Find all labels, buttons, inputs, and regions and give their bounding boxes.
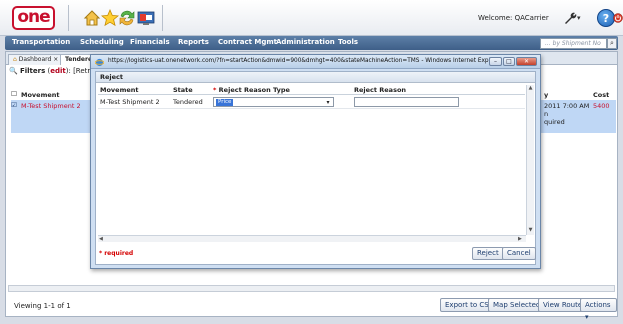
window-url: https://logistics-uat.onenetwork.com/?fn… bbox=[108, 58, 502, 64]
nav-transportation[interactable]: Transportation bbox=[12, 38, 70, 46]
reject-grid-header: Movement State * Reject Reason Type Reje… bbox=[98, 86, 525, 95]
main-nav: Transportation Scheduling Financials Rep… bbox=[5, 36, 618, 50]
screen-share-icon[interactable] bbox=[137, 9, 155, 27]
tab-dashboard[interactable]: ⌂ Dashboard × bbox=[8, 54, 64, 65]
cancel-button[interactable]: Cancel bbox=[502, 247, 536, 260]
close-icon[interactable]: × bbox=[53, 56, 58, 63]
scroll-up-icon[interactable]: ▲ bbox=[527, 85, 534, 91]
favorites-star-icon[interactable] bbox=[101, 9, 119, 27]
col-cost[interactable]: Cost bbox=[593, 91, 609, 99]
required-note: * required bbox=[99, 250, 134, 257]
nav-administration[interactable]: Administration bbox=[276, 38, 335, 46]
row-checkbox[interactable]: ☑ bbox=[11, 101, 17, 109]
cell-line3: quired bbox=[544, 118, 565, 126]
power-icon[interactable] bbox=[613, 8, 623, 28]
top-header: one Welcome: QACarrier ▾ ? bbox=[0, 0, 623, 36]
map-selected-button[interactable]: Map Selected bbox=[488, 298, 546, 312]
col-movement[interactable]: Movement bbox=[21, 91, 60, 99]
magnifier-icon: 🔍 bbox=[9, 67, 18, 75]
nav-scheduling[interactable]: Scheduling bbox=[80, 38, 124, 46]
col-date[interactable]: y bbox=[544, 91, 548, 99]
window-titlebar[interactable]: https://logistics-uat.onenetwork.com/?fn… bbox=[91, 55, 540, 69]
vertical-scrollbar[interactable]: ▲ ▼ bbox=[526, 85, 534, 235]
reject-reason-type-select[interactable]: Price ▾ bbox=[213, 97, 334, 107]
cell-date: 2011 7:00 AM bbox=[544, 102, 590, 110]
scroll-right-icon[interactable]: ▶ bbox=[518, 236, 522, 242]
cell-cost: 5400 bbox=[593, 102, 610, 110]
header-divider bbox=[162, 5, 163, 31]
actions-button[interactable]: Actions ▾ bbox=[580, 298, 617, 321]
reject-form: Reject Movement State * Reject Reason Ty… bbox=[95, 71, 536, 265]
chevron-down-icon: ▾ bbox=[577, 14, 581, 22]
scroll-down-icon[interactable]: ▼ bbox=[527, 227, 534, 233]
nav-financials[interactable]: Financials bbox=[130, 38, 170, 46]
viewing-count: Viewing 1-1 of 1 bbox=[14, 302, 71, 310]
header-divider bbox=[68, 5, 69, 31]
col-label: Reject Reason Type bbox=[218, 86, 290, 94]
tab-label: Dashboard bbox=[18, 56, 52, 63]
filters-label: Filters bbox=[19, 67, 46, 75]
cell-state: Tendered bbox=[173, 98, 203, 106]
col-reject-reason-type: * Reject Reason Type bbox=[213, 86, 290, 94]
col-state: State bbox=[173, 86, 193, 94]
nav-reports[interactable]: Reports bbox=[178, 38, 209, 46]
horizontal-scrollbar[interactable]: ◀ ▶ bbox=[98, 235, 526, 242]
home-icon: ⌂ bbox=[13, 56, 17, 63]
shipment-search-input[interactable]: ... by Shipment No bbox=[540, 38, 607, 49]
scroll-left-icon[interactable]: ◀ bbox=[99, 236, 103, 242]
filters-edit-link[interactable]: edit bbox=[50, 67, 66, 75]
filters-bar: 🔍 Filters (edit): [Retriev bbox=[9, 67, 101, 75]
nav-tools[interactable]: Tools bbox=[338, 38, 358, 46]
col-reject-reason: Reject Reason bbox=[354, 86, 407, 94]
maximize-icon[interactable]: □ bbox=[503, 57, 515, 66]
reject-button[interactable]: Reject bbox=[472, 247, 504, 260]
select-all-checkbox[interactable]: ☐ bbox=[11, 90, 17, 98]
grid-horizontal-scrollbar[interactable] bbox=[8, 285, 615, 292]
cell-movement: M-Test Shipment 2 bbox=[100, 98, 160, 106]
minimize-icon[interactable]: – bbox=[489, 57, 502, 66]
col-movement: Movement bbox=[100, 86, 139, 94]
home-icon[interactable] bbox=[83, 9, 101, 27]
one-logo[interactable]: one bbox=[12, 6, 55, 30]
search-icon[interactable]: ⌕ bbox=[607, 38, 617, 49]
welcome-label: Welcome: QACarrier bbox=[478, 14, 549, 22]
reject-reason-input[interactable] bbox=[354, 97, 459, 107]
movement-link[interactable]: M-Test Shipment 2 bbox=[21, 102, 81, 110]
reject-dialog-window: https://logistics-uat.onenetwork.com/?fn… bbox=[90, 54, 541, 269]
required-marker: * bbox=[213, 86, 217, 94]
chevron-down-icon[interactable]: ▾ bbox=[324, 99, 332, 106]
selected-option: Price bbox=[216, 99, 234, 106]
refresh-icon[interactable] bbox=[118, 9, 136, 27]
wrench-icon[interactable]: ▾ bbox=[563, 8, 581, 28]
ie-browser-icon bbox=[95, 58, 104, 67]
dialog-title: Reject bbox=[96, 72, 535, 83]
nav-contract-mgmt[interactable]: Contract Mgmt bbox=[218, 38, 277, 46]
cell-line2: n bbox=[544, 110, 549, 118]
table-row: M-Test Shipment 2 Tendered Price ▾ bbox=[98, 96, 525, 109]
close-icon[interactable]: ✕ bbox=[516, 57, 537, 66]
